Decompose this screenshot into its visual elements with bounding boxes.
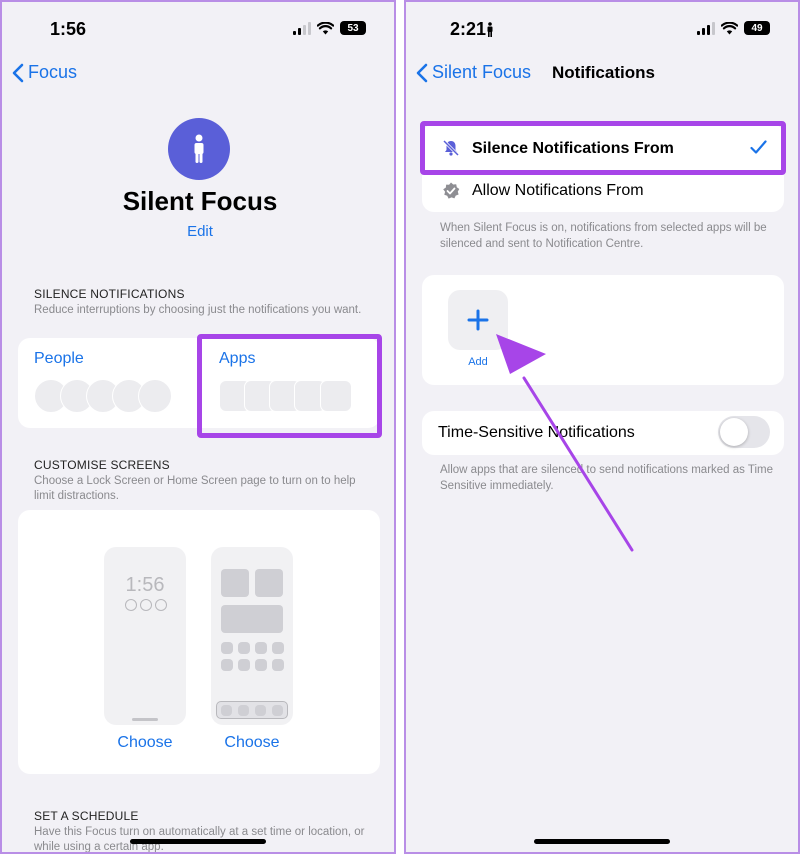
choose-home-screen-button[interactable]: Choose — [211, 734, 293, 752]
widget-tile — [221, 569, 249, 597]
customise-screens-header: CUSTOMISE SCREENS — [34, 458, 170, 472]
status-icons: 53 — [293, 21, 366, 35]
dock-app-tile — [255, 705, 266, 716]
widget-tile-wide — [221, 605, 283, 633]
set-schedule-header: SET A SCHEDULE — [34, 809, 139, 823]
apps-highlight-box — [197, 334, 382, 438]
app-tile — [238, 659, 250, 671]
avatar — [138, 379, 172, 413]
customise-screens-description: Choose a Lock Screen or Home Screen page… — [34, 475, 356, 502]
choose-lock-screen-button[interactable]: Choose — [104, 734, 186, 752]
app-tile — [255, 659, 267, 671]
home-screen-preview[interactable] — [211, 547, 293, 725]
lock-screen-home-bar — [132, 718, 158, 721]
app-tile — [238, 642, 250, 654]
customise-screens-card — [18, 510, 380, 774]
wifi-icon — [317, 21, 334, 34]
lock-screen-preview[interactable]: 1:56 — [104, 547, 186, 725]
focus-avatar[interactable] — [168, 118, 230, 180]
status-time: 1:56 — [50, 19, 87, 39]
app-tile — [221, 659, 233, 671]
app-tile — [221, 642, 233, 654]
back-button[interactable]: Focus — [12, 62, 77, 83]
silence-notifications-header: SILENCE NOTIFICATIONS — [34, 287, 185, 301]
dock-app-tile — [238, 705, 249, 716]
home-indicator — [130, 839, 266, 844]
dock-app-tile — [272, 705, 283, 716]
widget-tile — [255, 569, 283, 597]
lock-screen-time: 1:56 — [125, 574, 165, 596]
left-phone-screen: 1:56 53 Focus Silent Focus Edit SILENCE … — [0, 0, 396, 854]
edit-link[interactable]: Edit — [2, 223, 394, 240]
app-tile — [255, 642, 267, 654]
chevron-left-icon — [12, 63, 24, 82]
app-tile — [272, 659, 284, 671]
signal-icon — [293, 21, 311, 35]
dock-app-tile — [221, 705, 232, 716]
lock-screen-widgets — [125, 599, 167, 611]
dock — [216, 701, 288, 719]
home-indicator — [534, 839, 670, 844]
back-label: Focus — [28, 62, 78, 82]
people-label[interactable]: People — [34, 350, 84, 368]
focus-title: Silent Focus — [122, 186, 278, 216]
battery-icon: 53 — [340, 21, 366, 35]
right-phone-screen: 2:21 49 Silent Focus Notifications Silen… — [404, 0, 800, 854]
arrow-icon — [496, 334, 634, 552]
person-icon — [194, 134, 204, 163]
silence-notifications-description: Reduce interruptions by choosing just th… — [34, 304, 362, 316]
app-tile — [272, 642, 284, 654]
